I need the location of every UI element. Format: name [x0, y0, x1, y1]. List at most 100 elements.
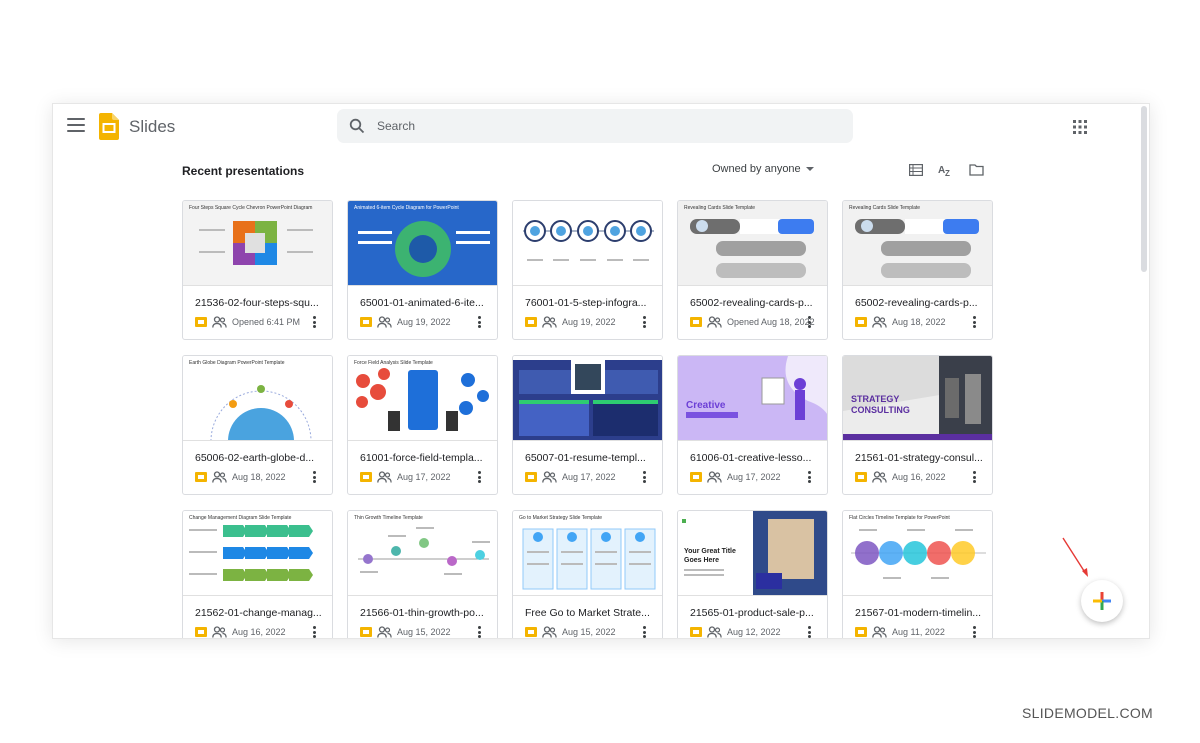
- presentation-card[interactable]: Revealing Cards Slide Template 65002-reve…: [842, 200, 993, 340]
- presentation-name: Free Go to Market Strate...: [525, 607, 650, 619]
- more-options-icon[interactable]: [808, 316, 812, 328]
- plus-icon: [1093, 592, 1111, 610]
- top-bar: Slides: [53, 104, 1149, 150]
- presentation-date: Aug 18, 2022: [892, 317, 946, 327]
- hamburger-icon[interactable]: [67, 118, 85, 134]
- presentation-thumbnail[interactable]: STRATEGY CONSULTING: [843, 356, 992, 441]
- more-options-icon[interactable]: [808, 471, 812, 483]
- app-name[interactable]: Slides: [129, 117, 175, 137]
- shared-people-icon: [542, 471, 557, 483]
- presentation-thumbnail[interactable]: Four Steps Square Cycle Chevron PowerPoi…: [183, 201, 332, 286]
- presentation-date: Aug 19, 2022: [397, 317, 451, 327]
- svg-text:Goes Here: Goes Here: [684, 557, 719, 564]
- owner-filter-dropdown[interactable]: Owned by anyone: [712, 163, 814, 175]
- scrollbar[interactable]: [1141, 106, 1147, 272]
- section-title: Recent presentations: [182, 164, 305, 178]
- presentation-card[interactable]: 65007-01-resume-templ... Aug 17, 2022: [512, 355, 663, 495]
- more-options-icon[interactable]: [643, 626, 647, 638]
- slides-file-icon: [195, 317, 207, 327]
- presentation-thumbnail[interactable]: [513, 356, 662, 441]
- more-options-icon[interactable]: [643, 316, 647, 328]
- shared-people-icon: [212, 471, 227, 483]
- slides-file-icon: [690, 317, 702, 327]
- shared-people-icon: [707, 316, 722, 328]
- sort-az-icon[interactable]: AZ: [936, 161, 956, 179]
- slides-file-icon: [195, 472, 207, 482]
- presentation-card[interactable]: STRATEGY CONSULTING 21561-01-strategy-cons…: [842, 355, 993, 495]
- presentation-meta: Aug 17, 2022: [690, 470, 827, 484]
- slides-file-icon: [195, 627, 207, 637]
- slides-file-icon: [360, 627, 372, 637]
- presentation-card[interactable]: Force Field Analysis Slide Template 61001…: [347, 355, 498, 495]
- presentation-card[interactable]: 76001-01-5-step-infogra... Aug 19, 2022: [512, 200, 663, 340]
- more-options-icon[interactable]: [478, 626, 482, 638]
- presentation-thumbnail[interactable]: Flat Circles Timeline Template for Power…: [843, 511, 992, 596]
- owner-filter-label: Owned by anyone: [712, 163, 801, 175]
- presentation-meta: Aug 19, 2022: [525, 315, 662, 329]
- more-options-icon[interactable]: [973, 626, 977, 638]
- presentation-thumbnail[interactable]: Revealing Cards Slide Template: [678, 201, 827, 286]
- presentation-card[interactable]: Earth Globe Diagram PowerPoint Template 6…: [182, 355, 333, 495]
- presentation-thumbnail[interactable]: Revealing Cards Slide Template: [843, 201, 992, 286]
- more-options-icon[interactable]: [313, 316, 317, 328]
- presentation-card[interactable]: Go to Market Strategy Slide Template Free…: [512, 510, 663, 638]
- svg-text:Z: Z: [945, 169, 950, 177]
- svg-text:CONSULTING: CONSULTING: [851, 405, 910, 415]
- presentation-card[interactable]: Change Management Diagram Slide Template…: [182, 510, 333, 638]
- presentation-date: Aug 15, 2022: [397, 627, 451, 637]
- search-icon[interactable]: [349, 118, 365, 134]
- presentation-thumbnail[interactable]: Animated 6-item Cycle Diagram for PowerP…: [348, 201, 497, 286]
- more-options-icon[interactable]: [973, 316, 977, 328]
- presentation-meta: Aug 19, 2022: [360, 315, 497, 329]
- watermark: SLIDEMODEL.COM: [1022, 705, 1153, 721]
- presentation-card[interactable]: Flat Circles Timeline Template for Power…: [842, 510, 993, 638]
- thumbnail-title: Four Steps Square Cycle Chevron PowerPoi…: [189, 205, 313, 211]
- search-input[interactable]: [377, 115, 827, 137]
- presentation-name: 61001-force-field-templa...: [360, 452, 483, 464]
- presentation-thumbnail[interactable]: Go to Market Strategy Slide Template: [513, 511, 662, 596]
- presentation-date: Aug 12, 2022: [727, 627, 781, 637]
- more-options-icon[interactable]: [973, 471, 977, 483]
- presentation-date: Aug 16, 2022: [892, 472, 946, 482]
- more-options-icon[interactable]: [313, 471, 317, 483]
- shared-people-icon: [872, 626, 887, 638]
- presentation-name: 21565-01-product-sale-p...: [690, 607, 814, 619]
- presentation-date: Aug 18, 2022: [232, 472, 286, 482]
- new-presentation-button[interactable]: [1081, 580, 1123, 622]
- more-options-icon[interactable]: [643, 471, 647, 483]
- presentation-card[interactable]: Creative 61006-01-creative-lesso... Aug 17…: [677, 355, 828, 495]
- presentation-thumbnail[interactable]: Thin Growth Timeline Template: [348, 511, 497, 596]
- presentation-date: Aug 16, 2022: [232, 627, 286, 637]
- presentation-thumbnail[interactable]: Force Field Analysis Slide Template: [348, 356, 497, 441]
- shared-people-icon: [707, 471, 722, 483]
- presentation-date: Aug 17, 2022: [727, 472, 781, 482]
- presentation-meta: Aug 12, 2022: [690, 625, 827, 638]
- slides-logo-icon[interactable]: [99, 113, 119, 140]
- more-options-icon[interactable]: [313, 626, 317, 638]
- folder-icon[interactable]: [966, 161, 986, 179]
- shared-people-icon: [212, 626, 227, 638]
- more-options-icon[interactable]: [478, 471, 482, 483]
- presentation-meta: Aug 17, 2022: [525, 470, 662, 484]
- list-view-icon[interactable]: [906, 161, 926, 179]
- presentation-thumbnail[interactable]: Your Great Title Goes Here: [678, 511, 827, 596]
- presentation-thumbnail[interactable]: [513, 201, 662, 286]
- shared-people-icon: [377, 626, 392, 638]
- shared-people-icon: [707, 626, 722, 638]
- presentation-thumbnail[interactable]: Earth Globe Diagram PowerPoint Template: [183, 356, 332, 441]
- presentation-card[interactable]: Animated 6-item Cycle Diagram for PowerP…: [347, 200, 498, 340]
- presentation-thumbnail[interactable]: Change Management Diagram Slide Template: [183, 511, 332, 596]
- presentation-card[interactable]: Thin Growth Timeline Template 21566-01-th…: [347, 510, 498, 638]
- presentation-thumbnail[interactable]: Creative: [678, 356, 827, 441]
- thumbnail-title: Revealing Cards Slide Template: [684, 205, 756, 211]
- search-bar[interactable]: [337, 109, 853, 143]
- apps-grid-icon[interactable]: [1073, 120, 1087, 134]
- more-options-icon[interactable]: [478, 316, 482, 328]
- slides-file-icon: [360, 472, 372, 482]
- thumbnail-title: Earth Globe Diagram PowerPoint Template: [189, 360, 285, 366]
- presentation-card[interactable]: Your Great Title Goes Here 21565-01-produc…: [677, 510, 828, 638]
- view-controls: AZ: [906, 161, 986, 179]
- presentation-card[interactable]: Revealing Cards Slide Template 65002-reve…: [677, 200, 828, 340]
- presentation-card[interactable]: Four Steps Square Cycle Chevron PowerPoi…: [182, 200, 333, 340]
- more-options-icon[interactable]: [808, 626, 812, 638]
